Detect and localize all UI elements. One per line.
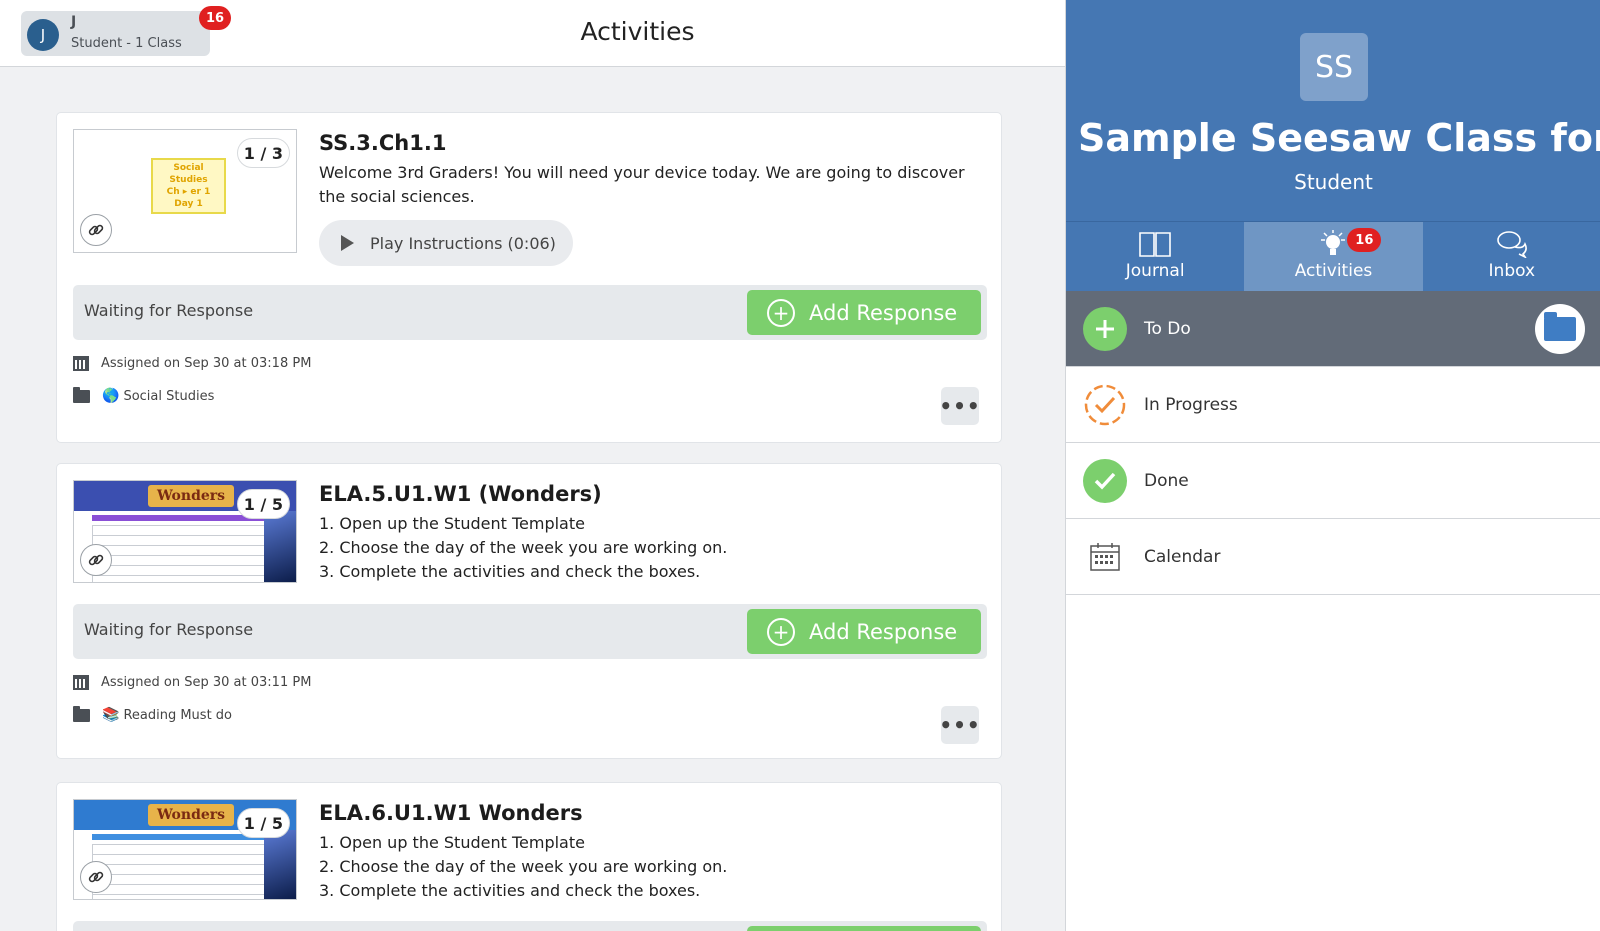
plus-circle-icon: + [767, 617, 795, 646]
folder-icon [73, 386, 90, 403]
activity-instructions: 1. Open up the Student Template 2. Choos… [319, 833, 728, 900]
check-icon [1083, 458, 1127, 503]
assigned-date: Assigned on Sep 30 at 03:11 PM [73, 675, 311, 690]
plus-circle-icon: + [767, 298, 795, 327]
activity-thumbnail[interactable]: Wonders 1 / 5 [73, 799, 297, 900]
add-response-button[interactable]: + Add Response [747, 290, 981, 335]
class-nav: Journal 16 Activities Inbox [1066, 222, 1600, 291]
calendar-icon [1083, 535, 1127, 579]
top-header: J J Student - 1 Class 16 Activities [0, 0, 1065, 67]
activity-folder: 🌎 Social Studies [73, 386, 214, 404]
add-response-label: Add Response [809, 300, 958, 325]
page-count-badge: 1 / 5 [236, 489, 290, 519]
response-bar [73, 921, 987, 931]
activity-instructions: Welcome 3rd Graders! You will need your … [319, 163, 965, 206]
activity-instructions: 1. Open up the Student Template 2. Choos… [319, 514, 728, 581]
play-instructions-button[interactable]: Play Instructions (0:06) [319, 220, 573, 266]
response-bar: Waiting for Response + Add Response [73, 604, 987, 659]
filter-in-progress[interactable]: In Progress [1066, 367, 1600, 443]
filter-done[interactable]: Done [1066, 443, 1600, 519]
response-status: Waiting for Response [84, 301, 254, 320]
plus-icon [1083, 306, 1127, 351]
activity-card: Social Studies Ch ▸ er 1 Day 1 1 / 3 SS.… [56, 112, 1002, 443]
assigned-date: Assigned on Sep 30 at 03:18 PM [73, 356, 311, 371]
more-options-button[interactable]: ••• [939, 706, 980, 744]
page-count-badge: 1 / 5 [236, 808, 290, 838]
lightbulb-icon [1321, 230, 1346, 255]
page-count-badge: 1 / 3 [236, 138, 290, 168]
activity-title: ELA.5.U1.W1 (Wonders) [319, 482, 602, 506]
add-response-button[interactable] [747, 926, 981, 931]
activity-thumbnail[interactable]: Social Studies Ch ▸ er 1 Day 1 1 / 3 [73, 129, 297, 253]
activity-title: SS.3.Ch1.1 [319, 131, 447, 155]
class-avatar: SS [1300, 33, 1368, 101]
class-name[interactable]: Sample Seesaw Class for ... [1066, 116, 1600, 160]
activity-card: Wonders 1 / 5 ELA.5.U1.W1 (Wonders) 1. O… [56, 463, 1002, 759]
play-icon [341, 235, 354, 251]
tab-journal[interactable]: Journal [1066, 222, 1244, 291]
link-icon[interactable] [80, 861, 112, 893]
chat-bubbles-icon [1497, 231, 1527, 258]
activities-count-badge: 16 [1347, 228, 1382, 252]
more-options-button[interactable]: ••• [939, 387, 980, 425]
activity-folder: 📚 Reading Must do [73, 705, 232, 723]
class-panel: SS Sample Seesaw Class for ... Student J… [1065, 0, 1600, 931]
tab-activities[interactable]: 16 Activities [1244, 222, 1423, 291]
response-status: Waiting for Response [84, 620, 254, 639]
filter-to-do[interactable]: To Do [1066, 291, 1600, 367]
progress-check-icon [1083, 383, 1127, 427]
book-icon [1139, 232, 1171, 257]
play-instructions-label: Play Instructions (0:06) [370, 233, 556, 253]
wonders-logo: Wonders [148, 485, 234, 507]
class-header: SS Sample Seesaw Class for ... Student [1066, 0, 1600, 222]
folder-filter-button[interactable] [1535, 304, 1585, 354]
folder-icon [73, 705, 90, 722]
folder-icon [1544, 312, 1576, 341]
books-icon: 📚 [102, 707, 120, 723]
activity-thumbnail[interactable]: Wonders 1 / 5 [73, 480, 297, 583]
calendar-icon [73, 675, 89, 690]
thumbnail-title-slide: Social Studies Ch ▸ er 1 Day 1 [151, 158, 226, 214]
tab-inbox[interactable]: Inbox [1423, 222, 1600, 291]
link-icon[interactable] [80, 544, 112, 576]
activity-title: ELA.6.U1.W1 Wonders [319, 801, 583, 825]
calendar-icon [73, 356, 89, 371]
globe-icon: 🌎 [102, 388, 120, 404]
wonders-logo: Wonders [148, 804, 234, 826]
filter-calendar[interactable]: Calendar [1066, 519, 1600, 595]
class-role: Student [1294, 170, 1373, 194]
response-bar: Waiting for Response + Add Response [73, 285, 987, 340]
add-response-label: Add Response [809, 619, 958, 644]
link-icon[interactable] [80, 214, 112, 246]
activity-card: Wonders 1 / 5 ELA.6.U1.W1 Wonders 1. Ope… [56, 782, 1002, 931]
add-response-button[interactable]: + Add Response [747, 609, 981, 654]
